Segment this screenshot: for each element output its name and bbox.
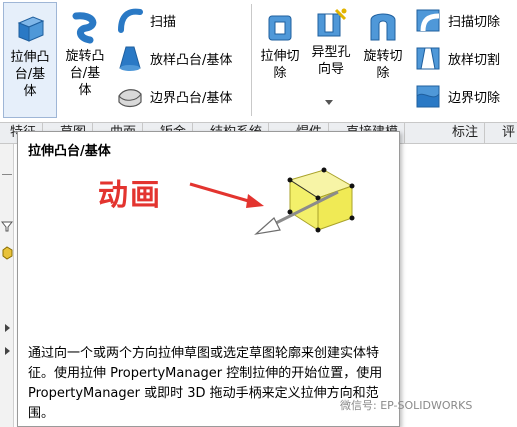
loft-cut-button[interactable]: 放样切割 [414, 44, 500, 72]
revolve-boss-button[interactable]: 旋转凸 台/基 体 [60, 10, 110, 118]
hole-wizard-icon [317, 8, 347, 37]
sweep-icon [118, 8, 143, 33]
loft-boss-icon [119, 46, 141, 71]
extrude-animation-preview [254, 167, 355, 235]
boundary-cut-label: 边界切除 [448, 90, 501, 106]
animation-label: 动画 [98, 178, 162, 213]
tooltip-title: 拉伸凸台/基体 [28, 144, 111, 159]
boundary-cut-icon [416, 85, 440, 108]
ribbon-separator [251, 4, 252, 116]
hole-wizard-label: 异型孔 向导 [311, 45, 351, 77]
boundary-boss-label: 边界凸台/基体 [150, 90, 233, 106]
revolve-boss-icon [72, 12, 97, 44]
extrude-boss-icon [17, 16, 45, 42]
loft-cut-icon [416, 47, 440, 70]
sweep-cut-label: 扫描切除 [448, 14, 501, 30]
extrude-cut-label: 拉伸切 除 [260, 49, 300, 81]
command-tooltip: 拉伸凸台/基体 动画 通过向一个或两个方向拉伸草图或选定草图轮廓来创建实体特征。… [17, 131, 400, 427]
sweep-cut-button[interactable]: 扫描切除 [414, 6, 500, 34]
part-icon[interactable] [1, 246, 13, 260]
loft-cut-label: 放样切割 [448, 52, 501, 68]
boundary-cut-button[interactable]: 边界切除 [414, 82, 500, 110]
filter-icon[interactable] [1, 220, 13, 232]
extrude-cut-icon [268, 15, 292, 41]
revolve-boss-label: 旋转凸 台/基 体 [65, 49, 105, 98]
loft-boss-label: 放样凸台/基体 [150, 52, 233, 68]
feature-manager-edge [0, 144, 14, 427]
revolve-cut-label: 旋转切 除 [363, 49, 403, 81]
boundary-boss-icon [118, 89, 142, 108]
panel-divider [2, 174, 12, 175]
sweep-cut-icon [416, 9, 440, 32]
revolve-cut-button[interactable]: 旋转切 除 [358, 10, 408, 118]
tab-markup[interactable]: 标注 [446, 123, 486, 143]
hole-wizard-dropdown-icon[interactable] [325, 100, 333, 105]
sweep-button[interactable]: 扫描 [116, 6, 176, 34]
loft-boss-button[interactable]: 放样凸台/基体 [116, 44, 232, 72]
command-ribbon: 拉伸凸 台/基 体 旋转凸 台/基 体 扫描 放样凸台/基体 边界凸台/基体 拉… [0, 0, 517, 122]
boundary-boss-button[interactable]: 边界凸台/基体 [116, 82, 232, 110]
expand-arrow-icon[interactable] [5, 324, 10, 332]
sweep-label: 扫描 [150, 14, 177, 30]
extrude-boss-label: 拉伸凸 台/基 体 [10, 50, 50, 99]
hole-wizard-button[interactable]: 异型孔 向导 [306, 6, 356, 96]
expand-arrow-icon[interactable] [5, 347, 10, 355]
extrude-boss-button[interactable]: 拉伸凸 台/基 体 [3, 2, 57, 118]
tab-evaluate[interactable]: 评 [496, 123, 517, 143]
watermark-text: 微信号: EP-SOLIDWORKS [340, 399, 473, 412]
revolve-cut-icon [370, 13, 396, 41]
extrude-cut-button[interactable]: 拉伸切 除 [255, 10, 305, 118]
